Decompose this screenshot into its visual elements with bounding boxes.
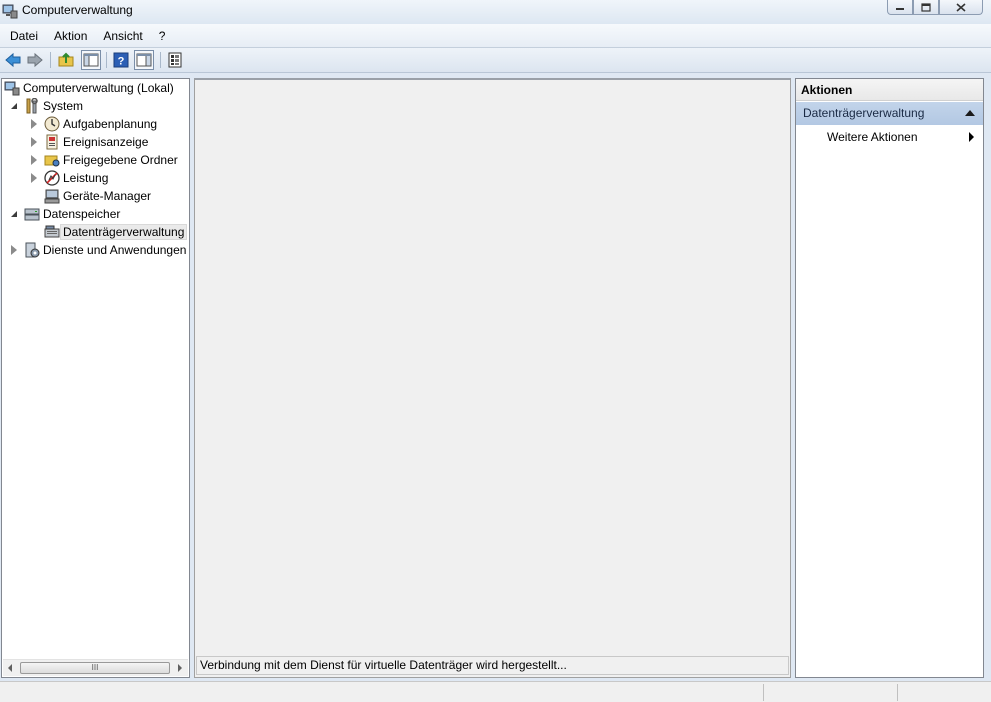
expand-arrow-icon[interactable]: [10, 245, 20, 255]
collapse-arrow-icon[interactable]: [10, 101, 20, 111]
expand-arrow-icon[interactable]: [30, 173, 40, 183]
status-cell: [763, 684, 897, 701]
system-tools-icon: [24, 97, 40, 114]
tree-item-computerverwaltung[interactable]: Computerverwaltung (Lokal): [4, 79, 174, 97]
collapse-arrow-icon[interactable]: [10, 209, 20, 219]
show-hide-action-pane-icon[interactable]: [134, 50, 154, 70]
tree-item-geraete-manager[interactable]: Geräte-Manager: [30, 187, 151, 205]
svg-text:?: ?: [118, 56, 125, 68]
window-controls: [887, 0, 983, 15]
menu-bar: Datei Aktion Ansicht ?: [0, 24, 991, 48]
tree-item-ereignisanzeige[interactable]: Ereignisanzeige: [30, 133, 148, 151]
tree-item-freigegebene-ordner[interactable]: Freigegebene Ordner: [30, 151, 178, 169]
tree-label: Freigegebene Ordner: [63, 153, 178, 167]
expand-arrow-icon[interactable]: [30, 155, 40, 165]
tree-label: Leistung: [63, 171, 109, 185]
action-weitere-aktionen[interactable]: Weitere Aktionen: [796, 127, 983, 147]
toolbar-separator: [106, 52, 107, 68]
collapse-up-icon[interactable]: [965, 110, 975, 116]
actions-section-title: Datenträgerverwaltung: [803, 106, 925, 120]
disk-management-icon: [44, 224, 60, 240]
tree-item-datenspeicher[interactable]: Datenspeicher: [10, 205, 120, 223]
center-status-text: Verbindung mit dem Dienst für virtuelle …: [196, 656, 789, 675]
status-cell: [897, 684, 987, 701]
toolbar: ?: [0, 48, 991, 73]
storage-icon: [24, 206, 40, 222]
tree-item-datentraegerverwaltung[interactable]: Datenträgerverwaltung: [30, 223, 188, 241]
action-label: Weitere Aktionen: [827, 130, 918, 144]
expand-arrow-icon[interactable]: [30, 137, 40, 147]
console-tree-pane[interactable]: Computerverwaltung (Lokal) System Aufgab…: [1, 78, 190, 678]
computer-management-icon: [2, 3, 18, 19]
scroll-left-arrow-icon[interactable]: [8, 664, 12, 672]
tree-label: Ereignisanzeige: [63, 135, 149, 149]
tree-item-aufgabenplanung[interactable]: Aufgabenplanung: [30, 115, 157, 133]
tree-label: Dienste und Anwendungen: [43, 243, 187, 257]
minimize-button[interactable]: [887, 0, 913, 15]
actions-section-datentraegerverwaltung[interactable]: Datenträgerverwaltung: [796, 102, 983, 125]
tree-item-system[interactable]: System: [10, 97, 83, 115]
menu-aktion[interactable]: Aktion: [46, 25, 95, 47]
tree-item-dienste-und-anwendungen[interactable]: Dienste und Anwendungen: [10, 241, 186, 259]
device-manager-icon: [44, 188, 60, 204]
show-hide-console-tree-icon[interactable]: [81, 50, 101, 70]
toolbar-separator: [50, 52, 51, 68]
window-title: Computerverwaltung: [22, 3, 133, 17]
scroll-right-arrow-icon[interactable]: [178, 664, 182, 672]
properties-icon[interactable]: [166, 51, 184, 69]
actions-pane: Aktionen Datenträgerverwaltung Weitere A…: [795, 78, 984, 678]
tree-label: Computerverwaltung (Lokal): [23, 81, 174, 95]
back-arrow-icon[interactable]: [4, 51, 22, 69]
menu-help[interactable]: ?: [151, 25, 174, 47]
shared-folder-icon: [44, 152, 60, 168]
menu-datei[interactable]: Datei: [2, 25, 46, 47]
up-folder-icon[interactable]: [57, 51, 75, 69]
result-pane: Verbindung mit dem Dienst für virtuelle …: [194, 78, 791, 678]
help-icon[interactable]: ?: [112, 51, 130, 69]
computer-management-icon: [4, 80, 20, 96]
expand-arrow-icon[interactable]: [30, 119, 40, 129]
event-viewer-icon: [44, 134, 60, 150]
close-button[interactable]: [939, 0, 983, 15]
submenu-arrow-icon: [969, 132, 974, 142]
tree-label: Datenspeicher: [43, 207, 121, 221]
maximize-button[interactable]: [913, 0, 939, 15]
services-icon: [24, 242, 40, 258]
tree-label: Datenträgerverwaltung: [59, 224, 188, 240]
clock-icon: [44, 116, 60, 132]
tree-label: Aufgabenplanung: [63, 117, 158, 131]
status-bar: [0, 681, 991, 702]
tree-label: System: [43, 99, 84, 113]
horizontal-scrollbar[interactable]: III: [3, 659, 188, 676]
tree-label: Geräte-Manager: [63, 189, 152, 203]
toolbar-separator: [160, 52, 161, 68]
menu-ansicht[interactable]: Ansicht: [95, 25, 150, 47]
scrollbar-thumb[interactable]: III: [20, 662, 170, 674]
actions-header: Aktionen: [796, 79, 983, 101]
forward-arrow-icon[interactable]: [26, 51, 44, 69]
tree-item-leistung[interactable]: Leistung: [30, 169, 108, 187]
title-bar[interactable]: Computerverwaltung: [0, 0, 991, 24]
performance-icon: [44, 170, 60, 186]
